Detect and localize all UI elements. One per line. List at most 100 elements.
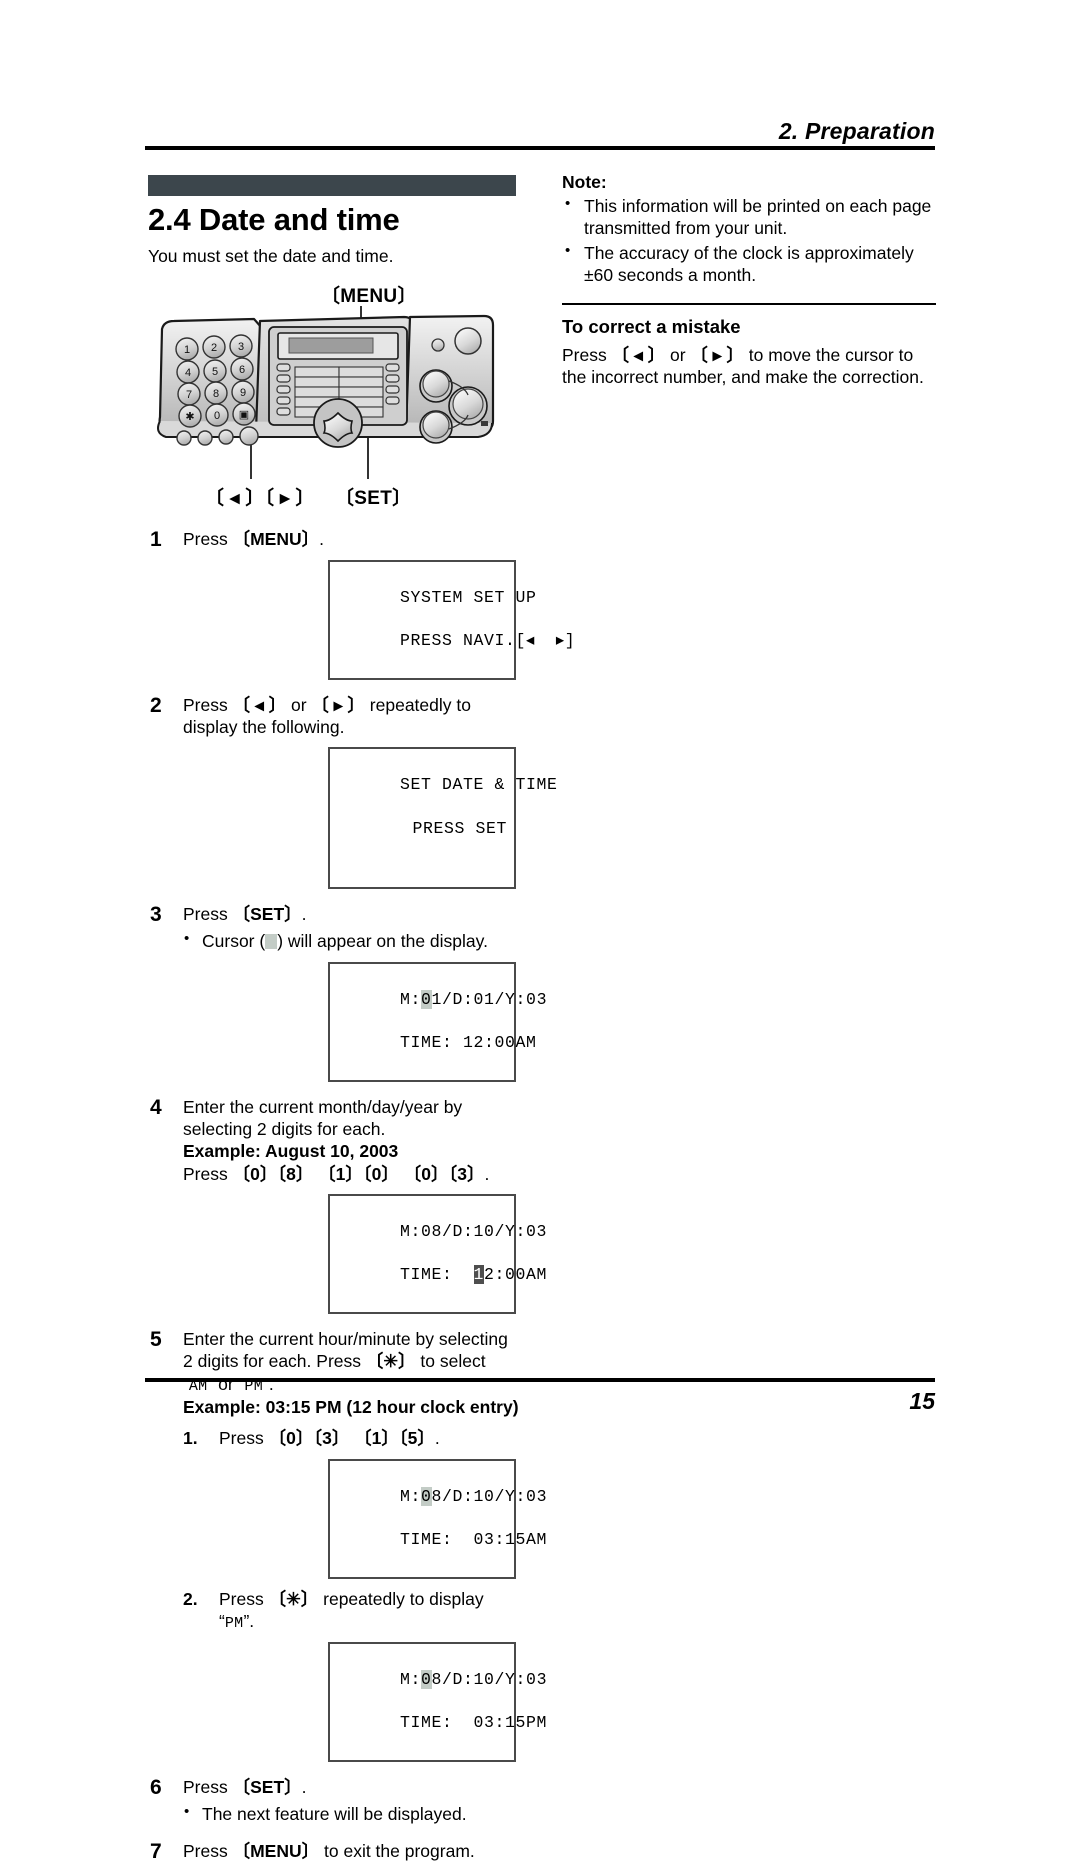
step-2-text-pre: Press	[183, 694, 233, 715]
svg-text:1: 1	[184, 344, 190, 356]
substep-1-post: .	[434, 1428, 440, 1449]
key-right-arrow: 〔 ▸ 〕	[311, 694, 365, 715]
svg-text:9: 9	[240, 387, 246, 399]
key-sequence-date: 〔0〕〔8〕 〔1〕〔0〕 〔0〕〔3〕	[232, 1163, 485, 1184]
lcd-3-b: 1/D:01/Y:03	[431, 989, 548, 1009]
note-heading: Note:	[562, 172, 607, 192]
page-number: 15	[909, 1388, 935, 1414]
key-sequence-time: 〔0〕〔3〕 〔1〕〔5〕	[268, 1428, 435, 1449]
lcd-5-cursor: 0	[421, 1486, 432, 1506]
key-set-2: 〔SET〕	[232, 1777, 302, 1797]
callout-label-set: 〔SET〕	[335, 488, 412, 510]
step-7-number: 7	[150, 1839, 162, 1863]
step-3-text-pre: Press	[183, 904, 233, 925]
lcd-4-cursor: 1	[473, 1265, 485, 1285]
section-intro-text: You must set the date and time.	[148, 245, 394, 266]
lcd-display-6: M:08/D:10/Y:03 TIME: 03:15PM	[328, 1642, 546, 1762]
substep-2-post: ”.	[243, 1610, 255, 1631]
step-6: 6 Press 〔SET〕. The next feature will be …	[148, 1776, 520, 1826]
key-left-arrow: 〔 ◂ 〕	[232, 694, 287, 715]
correct-pre: Press	[562, 344, 612, 365]
key-right-arrow-2: 〔 ▸ 〕	[690, 344, 744, 365]
step-4: 4 Enter the current month/day/year by se…	[148, 1096, 520, 1186]
manual-page: 2. Preparation 2.4 Date and time You mus…	[0, 0, 1080, 1863]
svg-text:3: 3	[238, 341, 244, 353]
key-set: 〔SET〕	[232, 904, 302, 925]
key-menu: 〔MENU〕	[232, 529, 320, 550]
section-divider	[562, 302, 936, 305]
key-asterisk: 〔✳〕	[365, 1351, 416, 1372]
step-6-number: 6	[150, 1776, 162, 1799]
correct-mistake-text: Press 〔 ◂ 〕 or 〔 ▸ 〕 to move the cursor …	[562, 344, 936, 390]
lcd-display-5: M:08/D:10/Y:03 TIME: 03:15AM	[328, 1458, 546, 1579]
key-left-arrow-2: 〔 ◂ 〕	[611, 344, 666, 365]
fax-machine-illustration: 〔MENU〕 〔 ◂ 〕〔 ▸ 〕 〔SET〕 1 2 3 4 5 6 7 8 …	[148, 281, 516, 514]
lcd-3-a: M:	[400, 989, 422, 1009]
svg-text:0: 0	[214, 410, 220, 422]
step-3-number: 3	[150, 903, 162, 927]
step-4-number: 4	[150, 1095, 162, 1119]
step-2: 2 Press 〔 ◂ 〕 or 〔 ▸ 〕 repeatedly to dis…	[148, 694, 520, 739]
svg-text:2: 2	[211, 342, 217, 354]
correct-mistake-heading: To correct a mistake	[562, 315, 741, 337]
svg-text:7: 7	[186, 389, 192, 401]
lcd-display-2: SET DATE & TIME PRESS SET	[328, 747, 557, 890]
step-1-number: 1	[150, 528, 162, 552]
lcd-6-a: M:	[400, 1669, 422, 1689]
svg-text:8: 8	[213, 388, 219, 400]
section-accent-bar	[148, 175, 516, 196]
svg-text:▣: ▣	[239, 409, 249, 421]
step-1: 1 Press 〔MENU〕.	[148, 528, 520, 551]
lcd-3-cursor: 0	[421, 989, 432, 1009]
header-divider	[145, 146, 935, 150]
cursor-block-icon	[265, 934, 278, 950]
step-7-text-post: to exit the program.	[319, 1840, 475, 1861]
lcd-4-a: TIME:	[400, 1265, 474, 1285]
step-5-substep-2: 2. Press 〔✳〕 repeatedly to display “PM”.	[183, 1588, 520, 1634]
step-7-text-pre: Press	[183, 1840, 233, 1861]
lcd-3-line-2: TIME: 12:00AM	[400, 1033, 537, 1053]
lcd-display-4: M:08/D:10/Y:03 TIME: 12:00AM	[328, 1194, 546, 1315]
step-6-bullet: The next feature will be displayed.	[183, 1802, 520, 1825]
callout-label-menu: 〔MENU〕	[321, 286, 417, 308]
note-item: The accuracy of the clock is approximate…	[562, 241, 936, 287]
step-4-line-1: Enter the current month/day/year by sele…	[183, 1096, 463, 1140]
svg-text:6: 6	[239, 364, 245, 376]
substep-2-number: 2.	[183, 1588, 198, 1609]
lcd-4-b: 2:00AM	[484, 1265, 548, 1285]
step-4-example: Example: August 10, 2003	[183, 1141, 399, 1162]
step-4-press-post: .	[484, 1163, 490, 1184]
step-3-bullet-pre: Cursor (	[202, 931, 266, 952]
lcd-5-b: 8/D:10/Y:03	[431, 1486, 548, 1506]
lcd-4-line-1: M:08/D:10/Y:03	[400, 1221, 548, 1241]
step-2-number: 2	[150, 693, 162, 717]
step-3-bullet-post: ) will appear on the display.	[277, 931, 488, 952]
lcd-1-line-2: PRESS NAVI.[◂ ▸]	[400, 631, 576, 651]
note-item: This information will be printed on each…	[562, 194, 936, 240]
running-head: 2. Preparation	[778, 118, 935, 144]
lcd-2-line-1: SET DATE & TIME	[400, 775, 558, 795]
substep-2-pre: Press	[219, 1588, 269, 1609]
footer-divider	[145, 1378, 935, 1382]
step-5-number: 5	[150, 1328, 162, 1352]
step-1-text-pre: Press	[183, 529, 233, 550]
substep-1-pre: Press	[219, 1428, 269, 1449]
step-4-press-pre: Press	[183, 1163, 233, 1184]
fax-machine-drawing: 1 2 3 4 5 6 7 8 9 ✱ 0 ▣	[157, 306, 495, 480]
step-3-bullet: Cursor ( ) will appear on the display.	[183, 929, 520, 952]
lcd-6-line-2: TIME: 03:15PM	[400, 1713, 548, 1733]
svg-text:5: 5	[212, 366, 218, 378]
right-column: Note: This information will be printed o…	[562, 172, 936, 389]
step-6-text-pre: Press	[183, 1777, 233, 1797]
lcd-5-a: M:	[400, 1486, 422, 1506]
label-pm-2: PM	[224, 1614, 244, 1632]
key-menu-2: 〔MENU〕	[232, 1840, 320, 1861]
substep-1-number: 1.	[183, 1428, 198, 1449]
page-title: 2.4 Date and time	[148, 202, 400, 237]
step-3: 3 Press 〔SET〕. Cursor () will appear on …	[148, 903, 520, 953]
lcd-display-3: M:01/D:01/Y:03 TIME: 12:00AM	[328, 961, 546, 1082]
lcd-5-line-2: TIME: 03:15AM	[400, 1530, 548, 1550]
step-1-text-post: .	[319, 529, 325, 550]
step-2-mid: or	[286, 694, 312, 715]
key-asterisk-2: 〔✳〕	[268, 1588, 319, 1609]
